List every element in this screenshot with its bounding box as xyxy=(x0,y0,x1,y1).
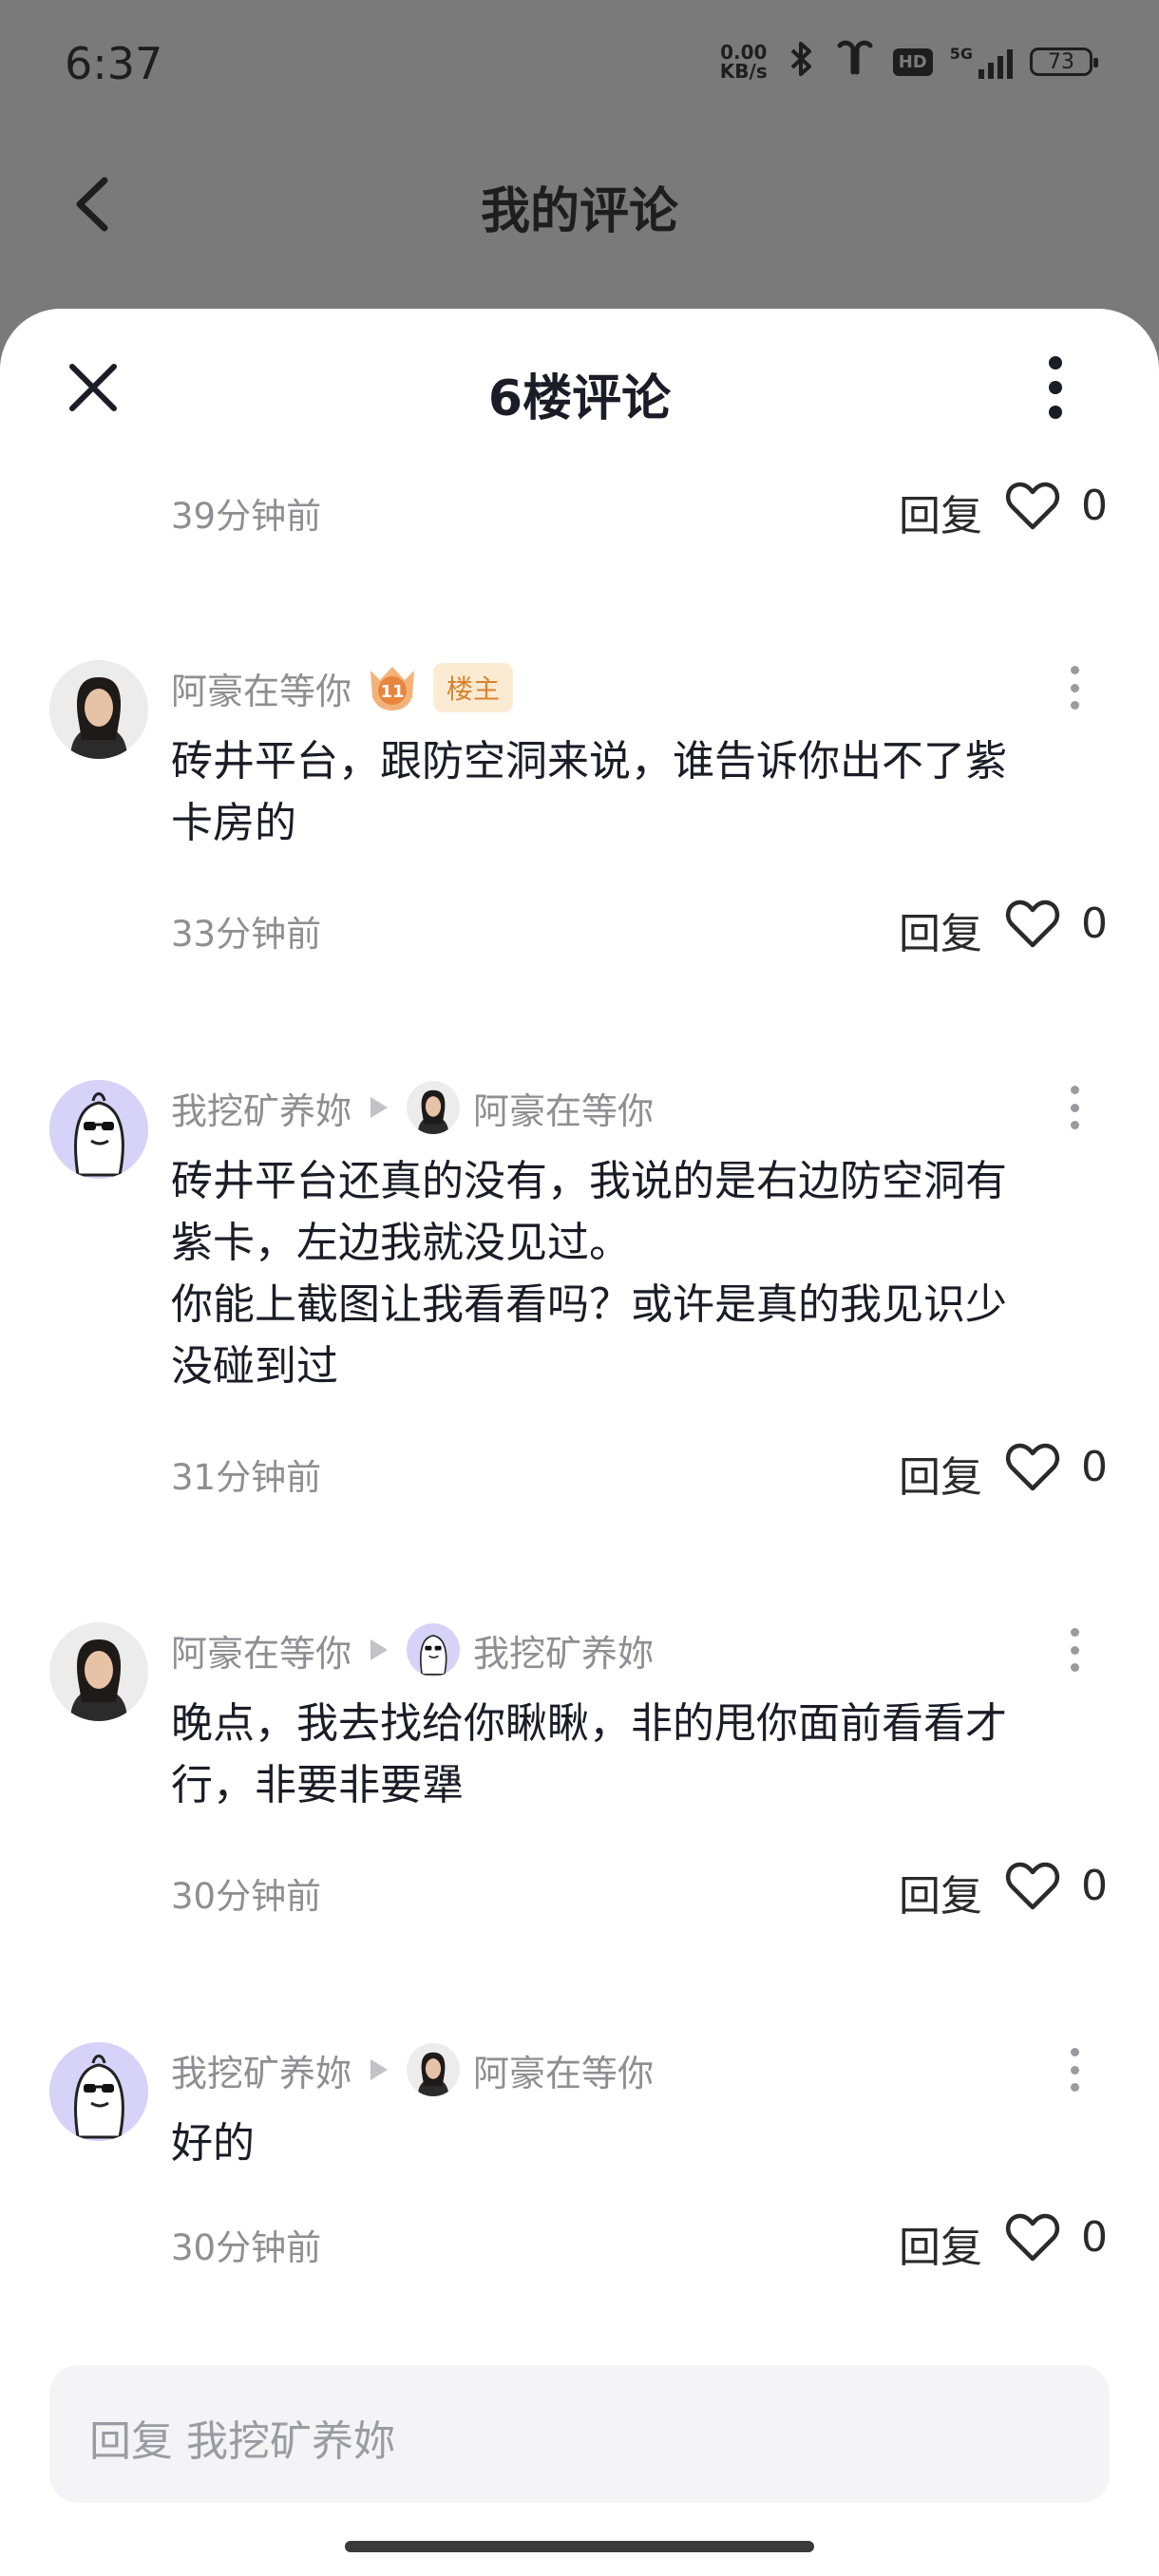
reply-button[interactable]: 回复 xyxy=(899,2213,982,2274)
like-count: 0 xyxy=(1081,1443,1108,1491)
reply-input[interactable]: 回复 我挖矿养妳 xyxy=(49,2365,1110,2503)
reply-arrow-icon xyxy=(370,2059,389,2080)
comment-more-button[interactable] xyxy=(1068,2048,1081,2092)
reply-to-avatar xyxy=(407,2043,461,2096)
comment-meta: 阿豪在等你 11 楼主 xyxy=(171,660,514,715)
home-indicator[interactable] xyxy=(345,2541,814,2552)
reply-to-name[interactable]: 阿豪在等你 xyxy=(473,1082,654,1134)
comment-time: 30分钟前 xyxy=(171,1876,322,1917)
status-bar: 6:37 0.00 KB/s HD 5G 73 xyxy=(0,0,1159,123)
earbuds-icon xyxy=(834,40,876,85)
status-icons: 0.00 KB/s HD 5G 73 xyxy=(720,38,1098,85)
net-speed-value: 0.00 xyxy=(720,41,768,64)
heart-icon[interactable] xyxy=(1005,1860,1060,1911)
reply-to-avatar xyxy=(407,1623,461,1676)
comment-footer: 33分钟前 回复 0 xyxy=(0,898,1159,958)
more-vertical-icon xyxy=(1049,356,1062,369)
comment-more-button[interactable] xyxy=(1068,1628,1081,1672)
avatar[interactable] xyxy=(49,1622,148,1721)
sheet-title: 6楼评论 xyxy=(487,370,672,427)
comment-time: 30分钟前 xyxy=(171,2227,322,2268)
battery-icon: 73 xyxy=(1030,47,1098,76)
like-count: 0 xyxy=(1081,1862,1108,1910)
status-time: 6:37 xyxy=(65,38,163,89)
avatar[interactable] xyxy=(49,2042,148,2141)
heart-icon[interactable] xyxy=(1005,1441,1060,1492)
avatar[interactable] xyxy=(49,1080,148,1179)
network-type: 5G xyxy=(949,45,973,63)
heart-icon[interactable] xyxy=(1005,2211,1060,2263)
comment-text: 晚点，我去找给你瞅瞅，非的甩你面前看看才 行，非要非要犟 xyxy=(171,1699,1007,1809)
list-item: 我挖矿养妳 阿豪在等你 好的 30分钟前 回复 0 xyxy=(0,2042,1159,2272)
like-count: 0 xyxy=(1081,2213,1108,2262)
comment-footer: 39分钟前 回复 0 xyxy=(0,480,1159,540)
level-number: 11 xyxy=(380,682,404,702)
comment-meta: 阿豪在等你 我挖矿养妳 xyxy=(171,1622,654,1677)
reply-button[interactable]: 回复 xyxy=(899,1443,982,1504)
comment-time: 39分钟前 xyxy=(171,496,322,537)
comment-text: 好的 xyxy=(171,2119,255,2168)
comment-time: 33分钟前 xyxy=(171,914,322,955)
comment-sheet: 6楼评论 39分钟前 回复 0 阿豪在等你 11 楼主 砖井平台，跟防空洞来说，… xyxy=(0,309,1159,2576)
battery-level: 73 xyxy=(1048,49,1074,74)
bluetooth-icon xyxy=(785,40,817,85)
author-name[interactable]: 我挖矿养妳 xyxy=(171,1082,352,1134)
comment-text: 砖井平台还真的没有，我说的是右边防空洞有 紫卡，左边我就没见过。 你能上截图让我… xyxy=(171,1157,1007,1391)
author-name[interactable]: 阿豪在等你 xyxy=(171,662,352,714)
comment-time: 31分钟前 xyxy=(171,1457,322,1498)
comment-footer: 31分钟前 回复 0 xyxy=(0,1441,1159,1502)
level-badge: 11 xyxy=(365,663,420,712)
comment-more-button[interactable] xyxy=(1068,666,1081,710)
avatar[interactable] xyxy=(49,660,148,759)
reply-button[interactable]: 回复 xyxy=(899,900,982,960)
net-speed-unit: KB/s xyxy=(719,60,768,83)
reply-button[interactable]: 回复 xyxy=(899,482,982,542)
signal-icon: 5G xyxy=(950,45,1013,79)
list-item: 阿豪在等你 11 楼主 砖井平台，跟防空洞来说，谁告诉你出不了紫 卡房的 33分… xyxy=(0,660,1159,958)
reply-to-name[interactable]: 我挖矿养妳 xyxy=(473,1624,654,1676)
list-item: 阿豪在等你 我挖矿养妳 晚点，我去找给你瞅瞅，非的甩你面前看看才 行，非要非要犟… xyxy=(0,1622,1159,1921)
reply-to-avatar xyxy=(407,1081,461,1134)
reply-button[interactable]: 回复 xyxy=(899,1862,982,1923)
comment-text: 砖井平台，跟防空洞来说，谁告诉你出不了紫 卡房的 xyxy=(171,737,1007,847)
heart-icon[interactable] xyxy=(1005,480,1060,531)
page-title: 我的评论 xyxy=(480,183,678,240)
reply-input-placeholder: 回复 我挖矿养妳 xyxy=(89,2417,395,2466)
like-count: 0 xyxy=(1081,900,1108,948)
like-count: 0 xyxy=(1081,482,1108,530)
comment-meta: 我挖矿养妳 阿豪在等你 xyxy=(171,2042,654,2097)
host-badge: 楼主 xyxy=(433,663,514,712)
reply-to-name[interactable]: 阿豪在等你 xyxy=(473,2044,654,2096)
reply-arrow-icon xyxy=(370,1097,389,1118)
comment-footer: 30分钟前 回复 0 xyxy=(0,2211,1159,2272)
comment-meta: 我挖矿养妳 阿豪在等你 xyxy=(171,1080,654,1135)
author-name[interactable]: 阿豪在等你 xyxy=(171,1624,352,1676)
heart-icon[interactable] xyxy=(1005,898,1060,949)
comment-more-button[interactable] xyxy=(1068,1086,1081,1129)
net-speed: 0.00 KB/s xyxy=(720,43,768,81)
hd-badge: HD xyxy=(892,47,933,76)
more-button[interactable] xyxy=(1041,356,1070,419)
list-item: 我挖矿养妳 阿豪在等你 砖井平台还真的没有，我说的是右边防空洞有 紫卡，左边我就… xyxy=(0,1080,1159,1502)
author-name[interactable]: 我挖矿养妳 xyxy=(171,2044,352,2096)
reply-arrow-icon xyxy=(370,1639,389,1660)
comment-footer: 30分钟前 回复 0 xyxy=(0,1860,1159,1921)
